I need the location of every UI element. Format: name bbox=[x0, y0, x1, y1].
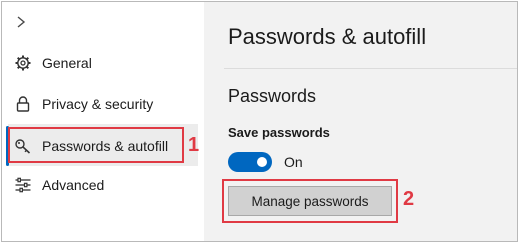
page-title: Passwords & autofill bbox=[228, 24, 427, 49]
toggle-state-label: On bbox=[284, 154, 303, 170]
annotation-highlight-2 bbox=[222, 179, 398, 223]
section-heading: Passwords bbox=[228, 86, 317, 106]
sidebar-item-label: Privacy & security bbox=[42, 96, 154, 112]
main-panel: Passwords & autofill Passwords Save pass… bbox=[204, 2, 517, 241]
sliders-icon bbox=[15, 177, 31, 193]
annotation-highlight-1 bbox=[8, 127, 184, 163]
toggle-knob bbox=[257, 157, 267, 167]
gear-icon bbox=[15, 55, 31, 71]
expand-sidebar-icon[interactable] bbox=[14, 15, 28, 29]
save-passwords-toggle[interactable] bbox=[228, 152, 272, 172]
annotation-step-2: 2 bbox=[403, 188, 415, 210]
sidebar-item-advanced[interactable]: Advanced bbox=[2, 168, 204, 202]
sidebar-item-label: General bbox=[42, 55, 92, 71]
sidebar-item-privacy-security[interactable]: Privacy & security bbox=[2, 87, 204, 121]
sidebar: General Privacy & security Passwords & a… bbox=[2, 2, 204, 241]
settings-window: General Privacy & security Passwords & a… bbox=[1, 1, 518, 242]
sidebar-item-label: Advanced bbox=[42, 177, 105, 193]
lock-icon bbox=[16, 96, 30, 112]
divider bbox=[224, 68, 517, 69]
annotation-step-1: 1 bbox=[188, 134, 200, 156]
sidebar-item-general[interactable]: General bbox=[2, 46, 204, 80]
save-passwords-label: Save passwords bbox=[228, 125, 330, 140]
